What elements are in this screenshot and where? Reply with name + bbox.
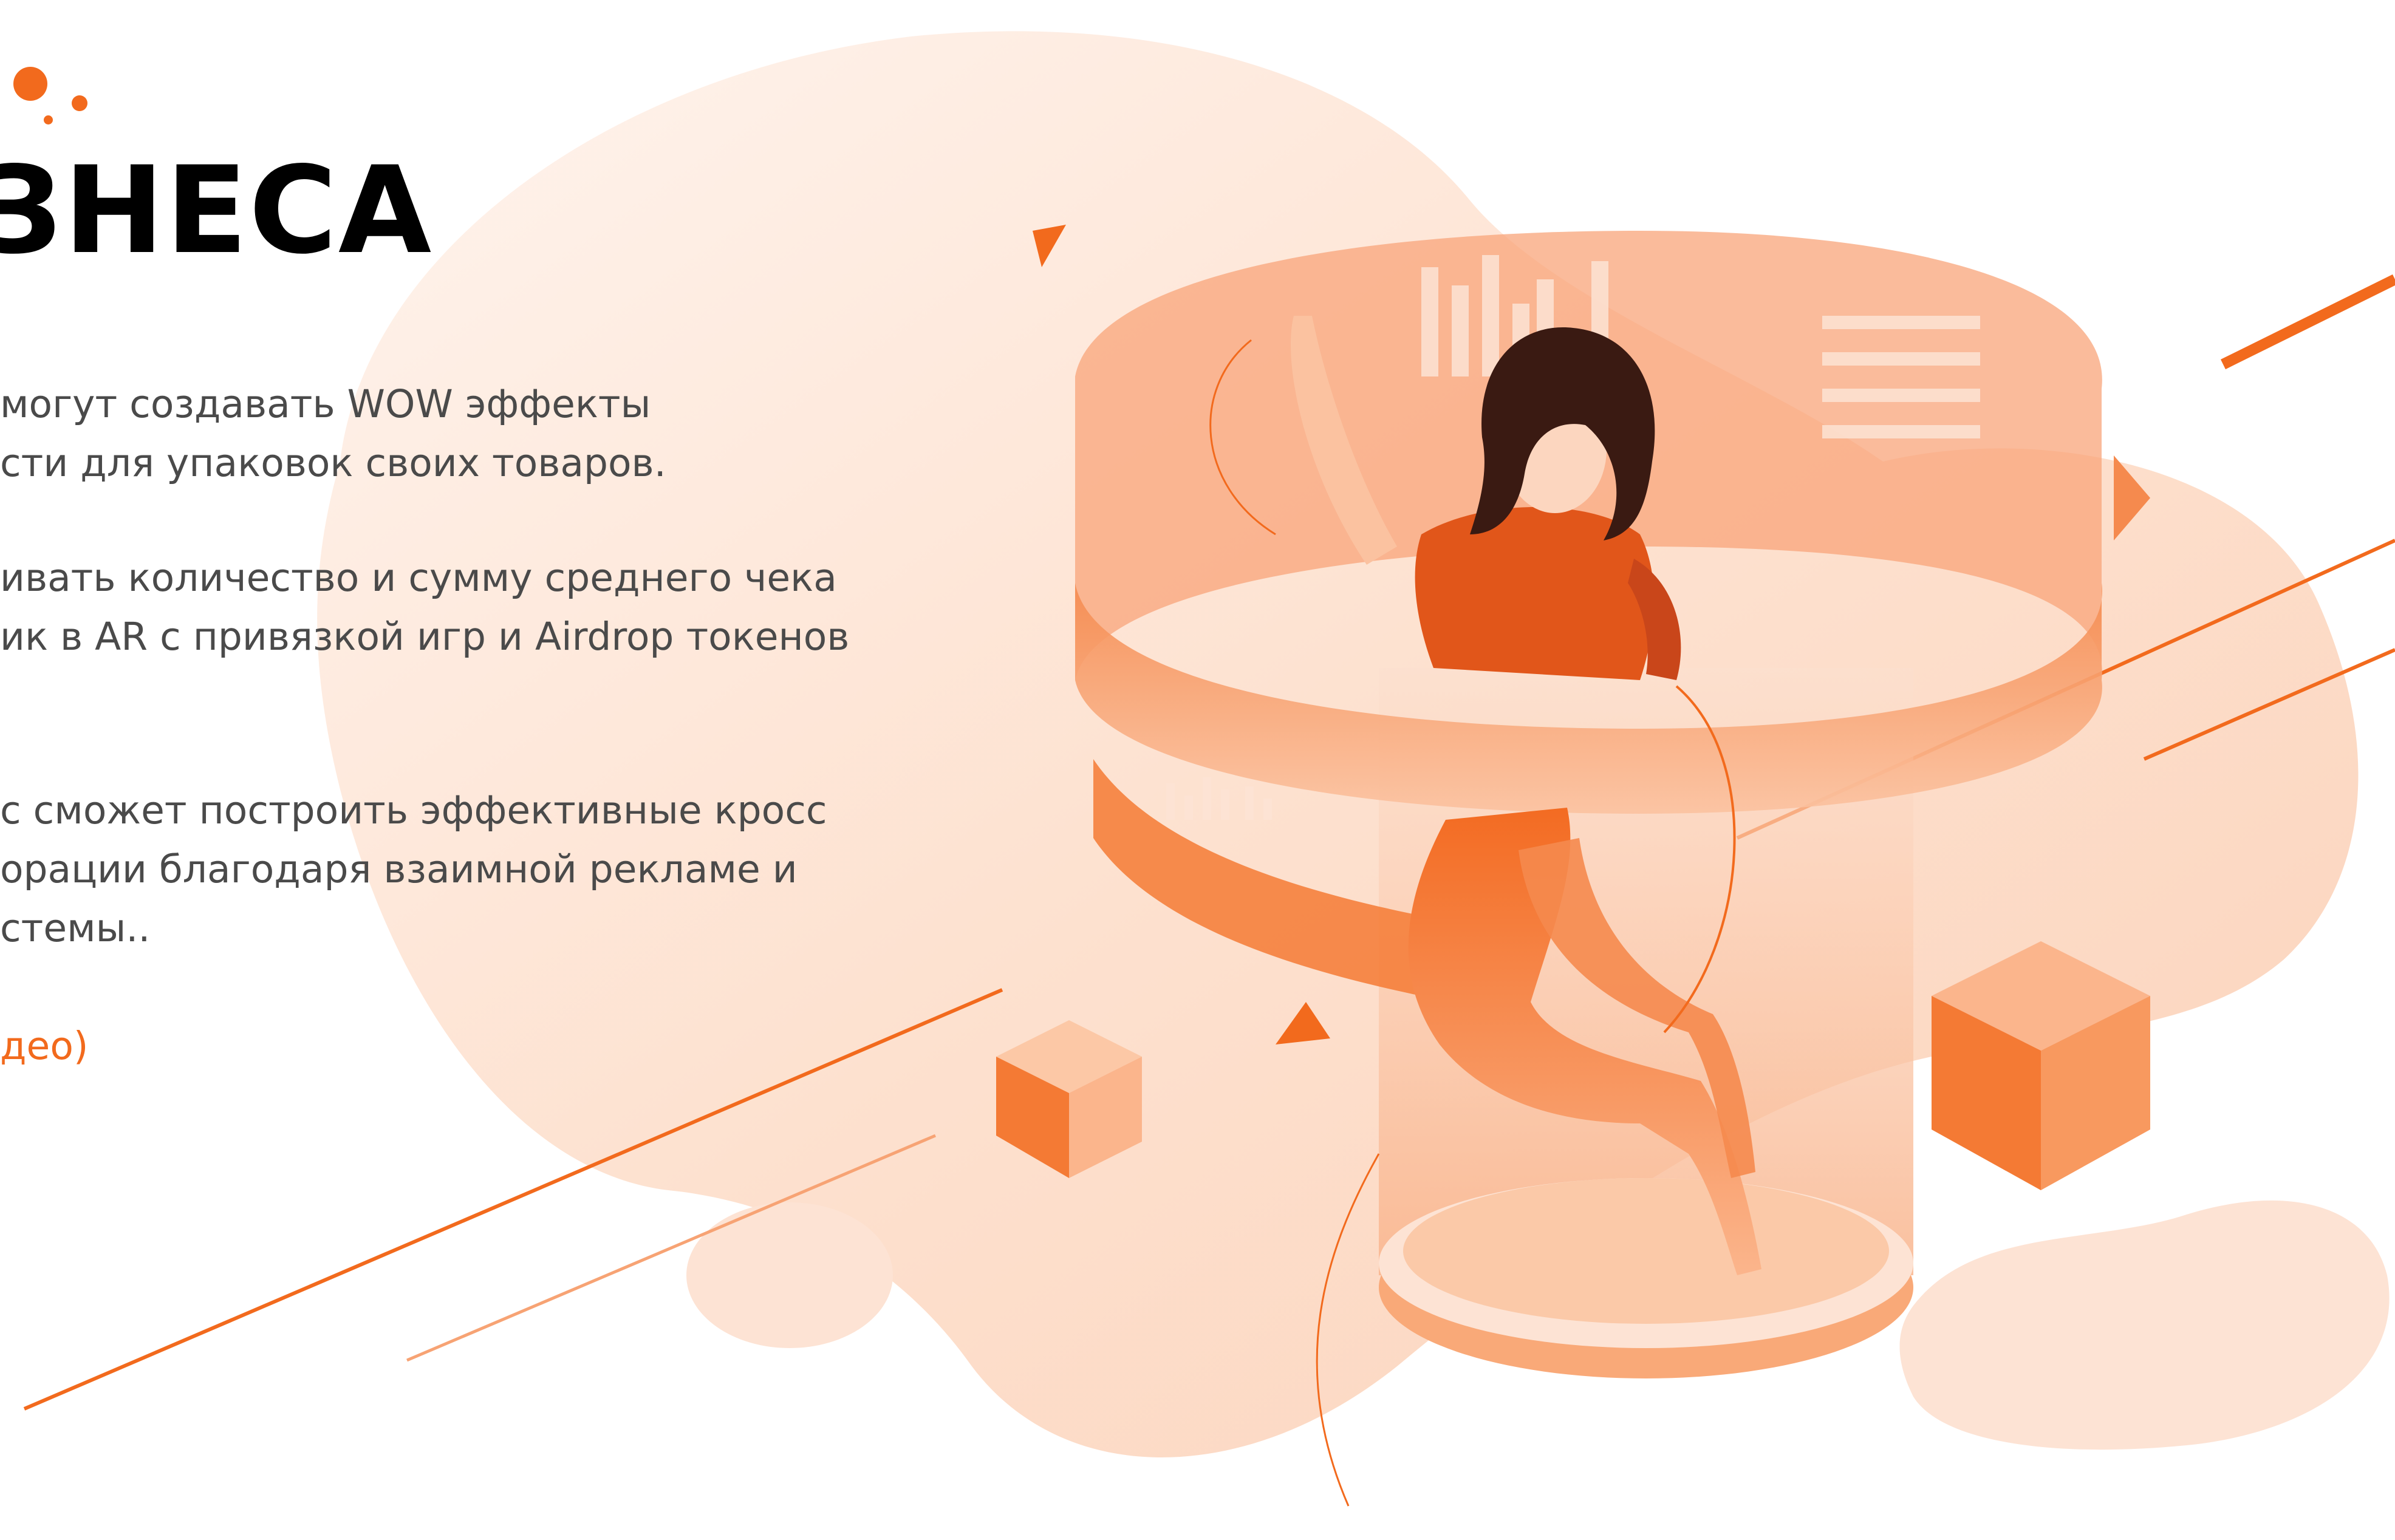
decorative-dots-icon xyxy=(0,61,109,128)
paragraph-wow-packaging: могут создавать WOW эффекты сти для упак… xyxy=(0,375,666,492)
paragraph-average-check: ивать количество и сумму среднего чека и… xyxy=(0,548,849,666)
paragraph-cross-promo: с сможет построить эффективные кросс ора… xyxy=(0,781,827,958)
paragraph-line: с сможет построить эффективные кросс xyxy=(0,788,827,833)
dot xyxy=(13,67,47,101)
dot xyxy=(72,95,87,111)
paragraph-line: ик в AR с привязкой игр и Airdrop токено… xyxy=(0,615,850,659)
video-link[interactable]: део) xyxy=(0,1017,88,1075)
paragraph-line: ивать количество и сумму среднего чека xyxy=(0,556,837,600)
paragraph-line: сти для упаковок своих товаров. xyxy=(0,441,666,485)
paragraph-line: могут создавать WOW эффекты xyxy=(0,382,651,426)
page: ЗНЕСА могут создавать WOW эффекты сти дл… xyxy=(0,0,2395,1540)
tube-base-inner xyxy=(1403,1178,1889,1324)
page-title: ЗНЕСА xyxy=(0,140,433,281)
background-blob-right xyxy=(1899,1200,2390,1450)
paragraph-line: стемы.. xyxy=(0,906,151,950)
background-blob-small xyxy=(686,1202,893,1348)
dot xyxy=(44,115,53,124)
diagonal-line xyxy=(2221,274,2395,370)
paragraph-line: орации благодаря взаимной рекламе и xyxy=(0,847,798,891)
